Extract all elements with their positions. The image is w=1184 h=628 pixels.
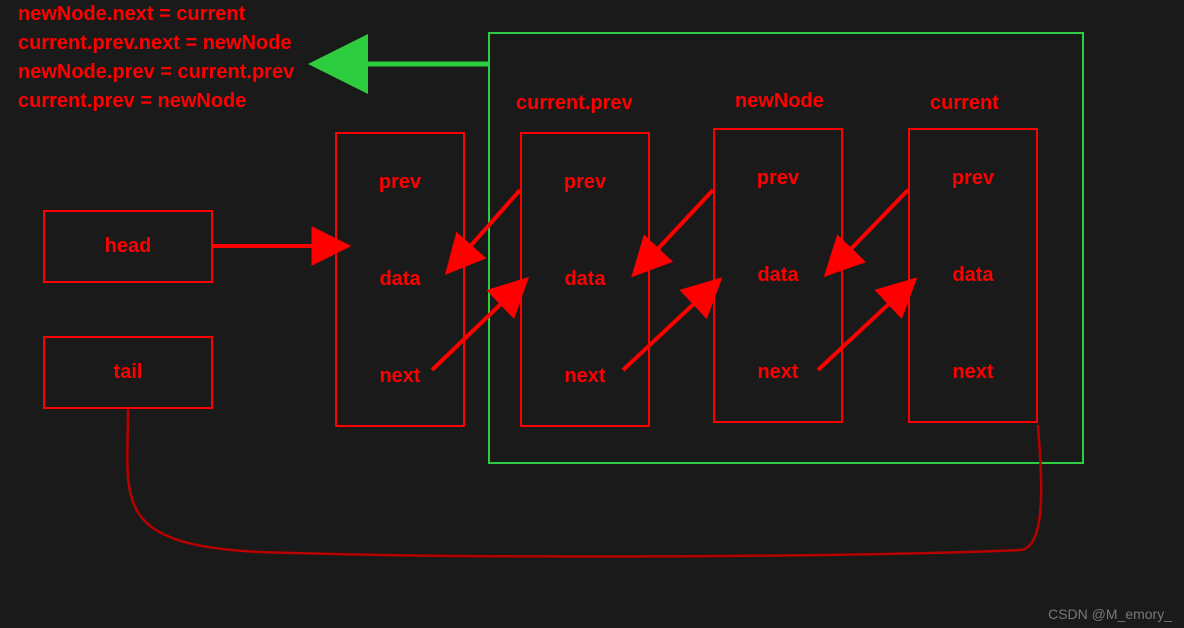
- head-label: head: [105, 235, 152, 258]
- node-2: prev data next: [520, 132, 650, 427]
- node-3-next: next: [757, 361, 798, 384]
- label-current: current: [930, 92, 999, 115]
- node-3: prev data next: [713, 128, 843, 423]
- node-1-next: next: [379, 365, 420, 388]
- node-2-data: data: [564, 268, 605, 291]
- code-line-2: current.prev.next = newNode: [18, 29, 294, 58]
- node-4: prev data next: [908, 128, 1038, 423]
- code-line-3: newNode.prev = current.prev: [18, 58, 294, 87]
- node-1-prev: prev: [379, 171, 421, 194]
- node-4-prev: prev: [952, 167, 994, 190]
- code-block: newNode.next = current current.prev.next…: [18, 0, 294, 116]
- node-4-next: next: [952, 361, 993, 384]
- node-3-prev: prev: [757, 167, 799, 190]
- node-3-data: data: [757, 264, 798, 287]
- node-1: prev data next: [335, 132, 465, 427]
- tail-box: tail: [43, 336, 213, 409]
- code-line-4: current.prev = newNode: [18, 87, 294, 116]
- watermark: CSDN @M_emory_: [1048, 606, 1172, 622]
- node-2-next: next: [564, 365, 605, 388]
- tail-label: tail: [114, 361, 143, 384]
- label-new-node: newNode: [735, 90, 824, 113]
- node-1-data: data: [379, 268, 420, 291]
- node-4-data: data: [952, 264, 993, 287]
- label-current-prev: current.prev: [516, 92, 633, 115]
- code-line-1: newNode.next = current: [18, 0, 294, 29]
- head-box: head: [43, 210, 213, 283]
- node-2-prev: prev: [564, 171, 606, 194]
